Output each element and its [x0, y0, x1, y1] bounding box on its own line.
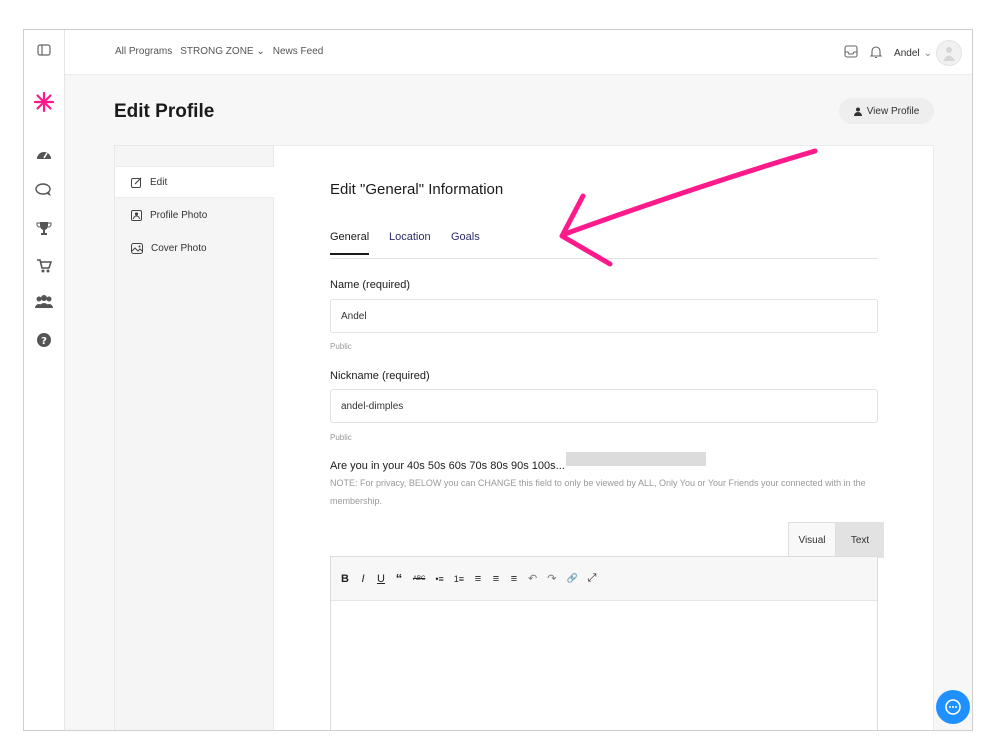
user-menu[interactable]: Andel ⌄ [894, 40, 962, 66]
redo-icon[interactable]: ↷ [547, 572, 556, 585]
align-center-icon[interactable]: ≡ [492, 573, 500, 585]
user-icon [853, 107, 862, 116]
chat-bubble-icon [945, 699, 961, 715]
bullet-list-icon[interactable]: •≡ [435, 574, 443, 584]
chevron-down-icon: ⌄ [923, 47, 932, 59]
field-group-tabs: General Location Goals [330, 231, 878, 259]
nav-all-programs[interactable]: All Programs [115, 46, 172, 57]
age-group-label: Are you in your 40s 50s 60s 70s 80s 90s … [330, 460, 565, 472]
edit-card: Edit "General" Information General Locat… [274, 145, 934, 730]
chevron-down-icon: ⌄ [256, 46, 265, 57]
dashboard-icon[interactable] [32, 142, 56, 166]
app-window: ? All Programs STRONG ZONE ⌄ News Feed A… [23, 29, 973, 731]
top-bar: All Programs STRONG ZONE ⌄ News Feed And… [65, 30, 972, 75]
underline-icon[interactable]: U [377, 573, 385, 585]
undo-icon[interactable]: ↶ [528, 572, 537, 585]
tab-visual[interactable]: Visual [788, 522, 836, 558]
nickname-label: Nickname (required) [330, 370, 430, 382]
align-right-icon[interactable]: ≡ [510, 573, 518, 585]
link-icon[interactable]: 🔗 [566, 573, 577, 584]
numbered-list-icon[interactable]: 1≡ [454, 574, 464, 584]
italic-icon[interactable]: I [359, 573, 367, 585]
blockquote-icon[interactable]: “ [395, 571, 403, 586]
top-nav: All Programs STRONG ZONE ⌄ News Feed [115, 46, 323, 57]
rich-text-editor: B I U “ ABC •≡ 1≡ ≡ ≡ ≡ ↶ ↷ 🔗 ⤢ [330, 556, 878, 730]
edit-menu-label: Profile Photo [150, 209, 208, 221]
page-title: Edit Profile [114, 101, 215, 122]
top-actions: Andel ⌄ [844, 40, 962, 66]
cover-photo-icon [131, 242, 143, 254]
strikethrough-icon[interactable]: ABC [413, 576, 425, 582]
bell-icon[interactable] [869, 45, 883, 62]
name-visibility: Public [330, 342, 352, 351]
avatar[interactable] [936, 40, 962, 66]
help-icon[interactable]: ? [32, 328, 56, 352]
nav-strong-zone-label: STRONG ZONE [180, 46, 254, 57]
groups-icon[interactable] [32, 290, 56, 314]
view-profile-label: View Profile [866, 105, 920, 117]
cart-icon[interactable] [32, 254, 56, 278]
name-field[interactable]: Andel [330, 299, 878, 333]
redacted-bar [566, 452, 706, 466]
icon-rail: ? [24, 30, 65, 730]
section-title: Edit "General" Information [330, 181, 504, 198]
user-name: Andel [894, 47, 920, 59]
nav-news-feed[interactable]: News Feed [273, 46, 324, 57]
nickname-field[interactable]: andel-dimples [330, 389, 878, 423]
inbox-icon[interactable] [844, 45, 858, 61]
fullscreen-icon[interactable]: ⤢ [588, 572, 597, 585]
nav-strong-zone[interactable]: STRONG ZONE ⌄ [180, 46, 265, 57]
trophy-icon[interactable] [32, 216, 56, 240]
edit-menu: Edit Profile Photo Cover Photo [114, 145, 274, 730]
tab-general[interactable]: General [330, 231, 370, 255]
chat-launcher-button[interactable] [936, 690, 970, 724]
edit-menu-label: Cover Photo [151, 242, 207, 254]
pencil-icon [131, 177, 142, 188]
sidebar-toggle-icon[interactable] [32, 38, 56, 62]
editor-mode-tabs: Visual Text [788, 522, 884, 558]
logo-icon[interactable] [32, 90, 56, 114]
edit-menu-item-cover-photo[interactable]: Cover Photo [115, 232, 274, 264]
nickname-visibility: Public [330, 433, 352, 442]
editor-toolbar: B I U “ ABC •≡ 1≡ ≡ ≡ ≡ ↶ ↷ 🔗 ⤢ [331, 557, 877, 601]
profile-photo-icon [131, 209, 142, 221]
tab-text[interactable]: Text [836, 522, 884, 558]
edit-menu-item-edit[interactable]: Edit [115, 166, 274, 198]
tab-location[interactable]: Location [389, 231, 431, 253]
view-profile-button[interactable]: View Profile [839, 98, 934, 124]
bold-icon[interactable]: B [341, 573, 349, 585]
chat-bubbles-icon[interactable] [32, 178, 56, 202]
align-left-icon[interactable]: ≡ [474, 573, 482, 585]
svg-text:?: ? [41, 336, 47, 347]
edit-menu-item-profile-photo[interactable]: Profile Photo [115, 199, 274, 231]
edit-menu-label: Edit [150, 176, 168, 188]
name-label: Name (required) [330, 279, 411, 291]
tab-goals[interactable]: Goals [451, 231, 480, 253]
privacy-note: NOTE: For privacy, BELOW you can CHANGE … [330, 478, 866, 506]
